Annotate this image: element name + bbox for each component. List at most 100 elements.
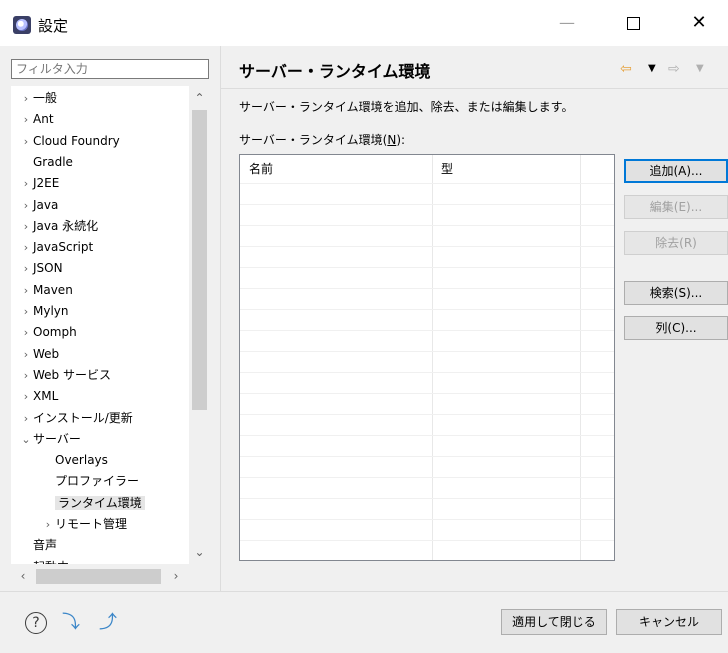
chevron-right-icon[interactable]: › — [19, 237, 33, 258]
add-button[interactable]: 追加(A)... — [624, 159, 728, 183]
column-header-type[interactable]: 型 — [432, 155, 580, 183]
maximize-icon — [626, 17, 640, 30]
import-icon[interactable]: ⤵ — [59, 611, 83, 635]
tree-item[interactable]: ⌄ サーバー — [19, 429, 81, 450]
table-row — [240, 225, 614, 226]
chevron-right-icon[interactable]: › — [19, 173, 33, 194]
tree-item[interactable]: › Java — [19, 195, 59, 216]
tree-item-label: サーバー — [33, 431, 81, 446]
tree-item[interactable]: › Web サービス — [19, 365, 111, 386]
tree-item[interactable]: › Maven — [19, 280, 73, 301]
tree-item[interactable]: › XML — [19, 386, 58, 407]
tree-item-label: Overlays — [55, 453, 108, 468]
chevron-right-icon[interactable]: › — [19, 365, 33, 386]
tree-item[interactable]: › Oomph — [19, 322, 77, 343]
back-dropdown-icon[interactable]: ▼ — [648, 58, 656, 80]
tree-item[interactable]: › リモート管理 — [41, 514, 127, 535]
minimize-button[interactable]: — — [544, 8, 590, 38]
tree-item[interactable]: › 一般 — [19, 88, 57, 109]
tree-item-label: リモート管理 — [55, 517, 128, 531]
tree-item-label: Web — [33, 346, 60, 361]
chevron-right-icon[interactable]: › — [19, 258, 33, 279]
tree-item[interactable]: 音声 — [19, 535, 57, 556]
title-bar: 設定 — ✕ — [0, 0, 728, 46]
scroll-thumb[interactable] — [192, 110, 207, 410]
edit-button[interactable]: 編集(E)... — [624, 195, 728, 219]
page-title: サーバー・ランタイム環境 — [239, 62, 431, 81]
tree-item-label: JavaScript — [33, 240, 94, 255]
list-label-suffix: ): — [396, 133, 406, 147]
chevron-right-icon[interactable]: › — [41, 514, 55, 535]
chevron-right-icon[interactable]: › — [19, 344, 33, 365]
tree-item[interactable]: › Web — [19, 344, 59, 365]
preferences-tree[interactable]: › 一般 › Ant › Cloud Foundry Gradle › J2EE › Java › Ja… — [11, 86, 210, 564]
tree-item[interactable]: › Mylyn — [19, 301, 69, 322]
filter-input[interactable] — [11, 59, 209, 79]
columns-button[interactable]: 列(C)... — [624, 316, 728, 340]
chevron-down-icon[interactable]: ⌄ — [19, 429, 33, 450]
horizontal-scroll-thumb[interactable] — [36, 569, 161, 584]
search-button[interactable]: 検索(S)... — [624, 281, 728, 305]
cancel-button[interactable]: キャンセル — [616, 609, 722, 635]
tree-item[interactable]: › Ant — [19, 109, 54, 130]
scroll-up-icon[interactable]: ⌃ — [189, 88, 210, 108]
tree-item-label: Java 永続化 — [33, 218, 99, 233]
tree-item[interactable]: Gradle — [19, 152, 73, 173]
tree-item[interactable]: ランタイム環境 — [41, 493, 145, 514]
table-row — [240, 372, 614, 373]
tree-item[interactable]: › Java 永続化 — [19, 216, 98, 237]
sash[interactable] — [220, 46, 221, 591]
chevron-right-icon[interactable]: › — [19, 280, 33, 301]
tree-item-label: Ant — [33, 112, 54, 127]
chevron-right-icon[interactable]: › — [19, 195, 33, 216]
tree-item[interactable]: › J2EE — [19, 173, 60, 194]
help-icon[interactable]: ? — [25, 612, 47, 634]
chevron-right-icon[interactable]: › — [19, 88, 33, 109]
maximize-button[interactable] — [610, 8, 656, 38]
chevron-right-icon[interactable]: › — [19, 216, 33, 237]
chevron-right-icon[interactable]: › — [19, 301, 33, 322]
tree-item-label: J2EE — [33, 176, 60, 191]
scroll-down-icon[interactable]: ⌄ — [189, 542, 210, 562]
chevron-right-icon[interactable]: › — [19, 322, 33, 343]
tree-item-label: Maven — [33, 282, 73, 297]
back-arrow-icon[interactable]: ⇦ — [620, 58, 632, 80]
tree-item[interactable]: Overlays — [41, 450, 108, 471]
tree-item[interactable]: › JSON — [19, 258, 63, 279]
tree-vertical-scrollbar[interactable]: ⌃ ⌄ — [189, 86, 210, 564]
chevron-right-icon[interactable]: › — [19, 386, 33, 407]
scroll-left-icon[interactable]: ‹ — [13, 565, 33, 588]
tree-item-label: ランタイム環境 — [55, 495, 145, 510]
tree-item-label: Java — [33, 197, 59, 212]
export-icon[interactable]: ⤴ — [96, 611, 120, 635]
tree-item-label: Cloud Foundry — [33, 133, 120, 148]
title-divider — [221, 88, 728, 89]
table-row — [240, 498, 614, 499]
chevron-right-icon[interactable]: › — [19, 131, 33, 152]
forward-dropdown-icon[interactable]: ▼ — [696, 58, 704, 80]
table-row — [240, 477, 614, 478]
tree-item[interactable]: 起動中 — [19, 557, 69, 564]
tree-item[interactable]: › JavaScript — [19, 237, 93, 258]
table-row — [240, 351, 614, 352]
tree-item-label: 起動中 — [33, 560, 69, 564]
window-title: 設定 — [38, 17, 69, 35]
table-row — [240, 456, 614, 457]
tree-item[interactable]: › インストール/更新 — [19, 408, 133, 429]
tree-item[interactable]: › Cloud Foundry — [19, 131, 120, 152]
column-header-name[interactable]: 名前 — [240, 155, 432, 183]
tree-horizontal-scrollbar[interactable]: ‹ › — [11, 565, 210, 588]
table-row — [240, 267, 614, 268]
remove-button[interactable]: 除去(R) — [624, 231, 728, 255]
chevron-right-icon[interactable]: › — [19, 408, 33, 429]
forward-arrow-icon[interactable]: ⇨ — [668, 58, 680, 80]
tree-item-label: XML — [33, 389, 59, 404]
close-button[interactable]: ✕ — [676, 8, 722, 38]
table-row — [240, 414, 614, 415]
apply-and-close-button[interactable]: 適用して閉じる — [501, 609, 607, 635]
tree-item[interactable]: プロファイラー — [41, 471, 139, 492]
page-description: サーバー・ランタイム環境を追加、除去、または編集します。 — [239, 100, 574, 114]
chevron-right-icon[interactable]: › — [19, 109, 33, 130]
scroll-right-icon[interactable]: › — [166, 565, 186, 588]
runtime-environments-table[interactable]: 名前 型 — [239, 154, 615, 561]
